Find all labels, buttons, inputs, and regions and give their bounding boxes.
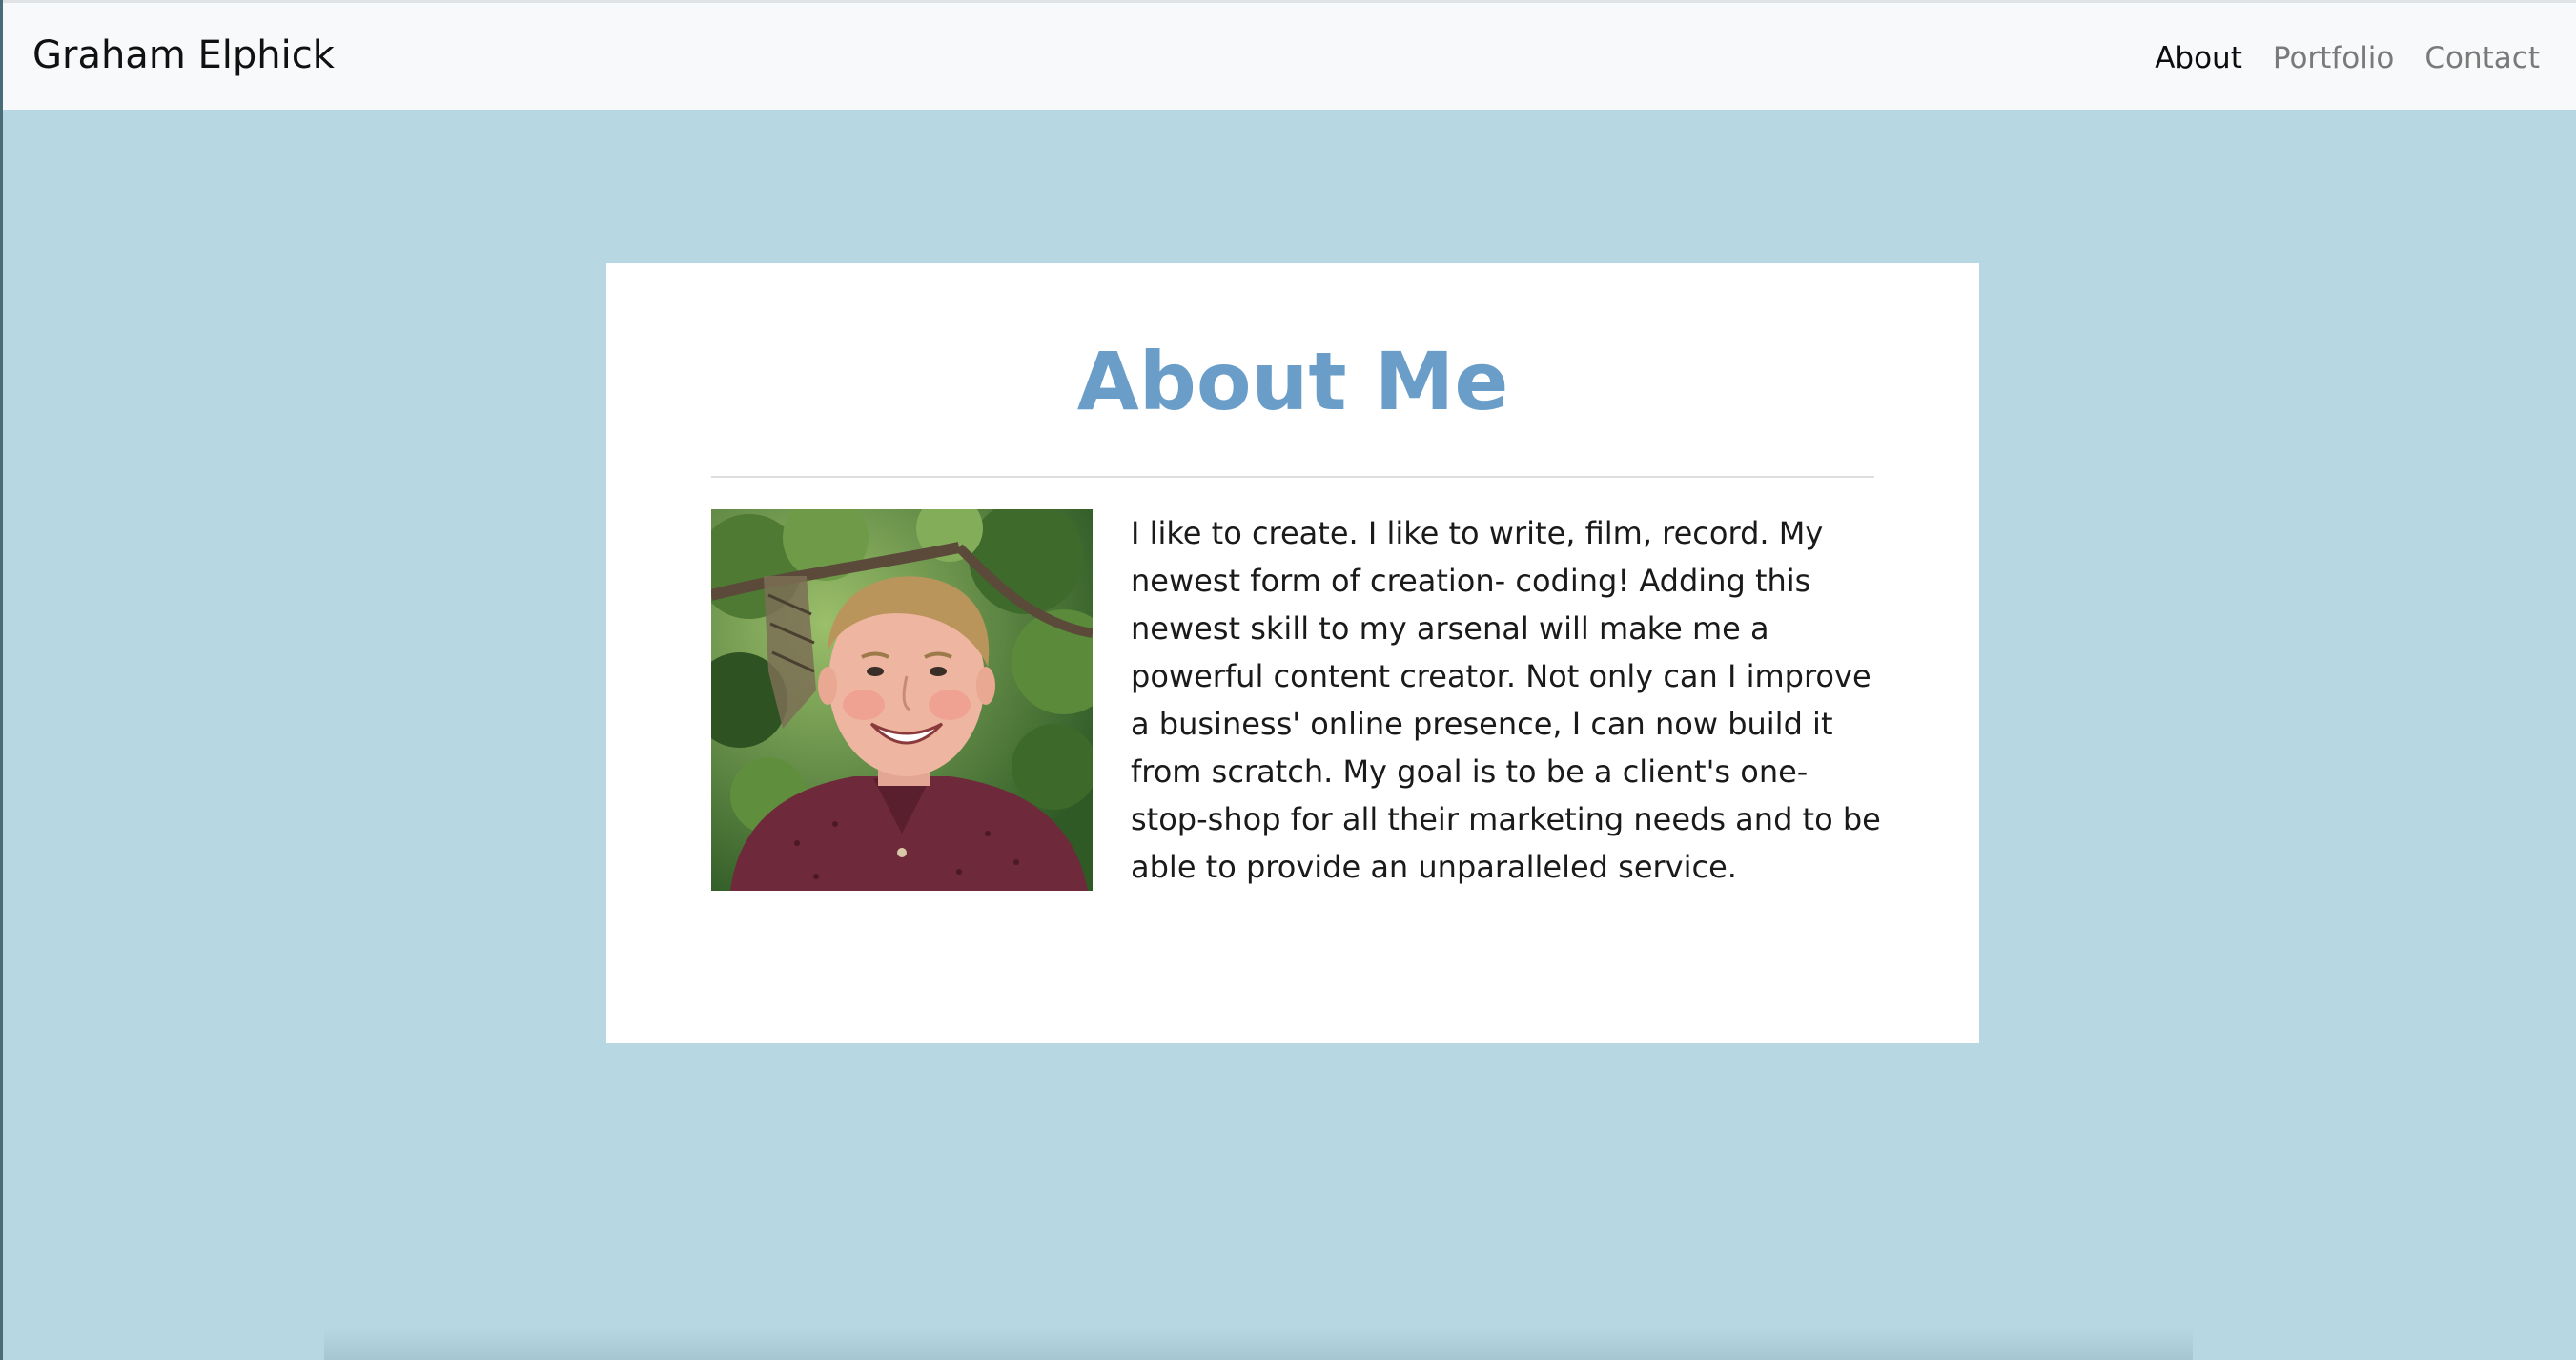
about-card: About Me I like to create. I like to wri…	[606, 263, 1979, 1043]
bottom-shadow	[324, 1328, 2193, 1360]
divider	[711, 476, 1874, 478]
nav-links: About Portfolio Contact	[2155, 41, 2540, 75]
profile-photo	[711, 509, 1093, 891]
navbar: Graham Elphick About Portfolio Contact	[3, 0, 2576, 110]
nav-link-contact[interactable]: Contact	[2424, 41, 2540, 75]
bio-text: I like to create. I like to write, film,…	[1131, 515, 1881, 885]
nav-link-about[interactable]: About	[2155, 41, 2242, 75]
brand-link[interactable]: Graham Elphick	[32, 33, 335, 77]
page-title: About Me	[1076, 335, 1509, 428]
window-edge	[0, 0, 3, 1360]
nav-link-portfolio[interactable]: Portfolio	[2273, 41, 2395, 75]
